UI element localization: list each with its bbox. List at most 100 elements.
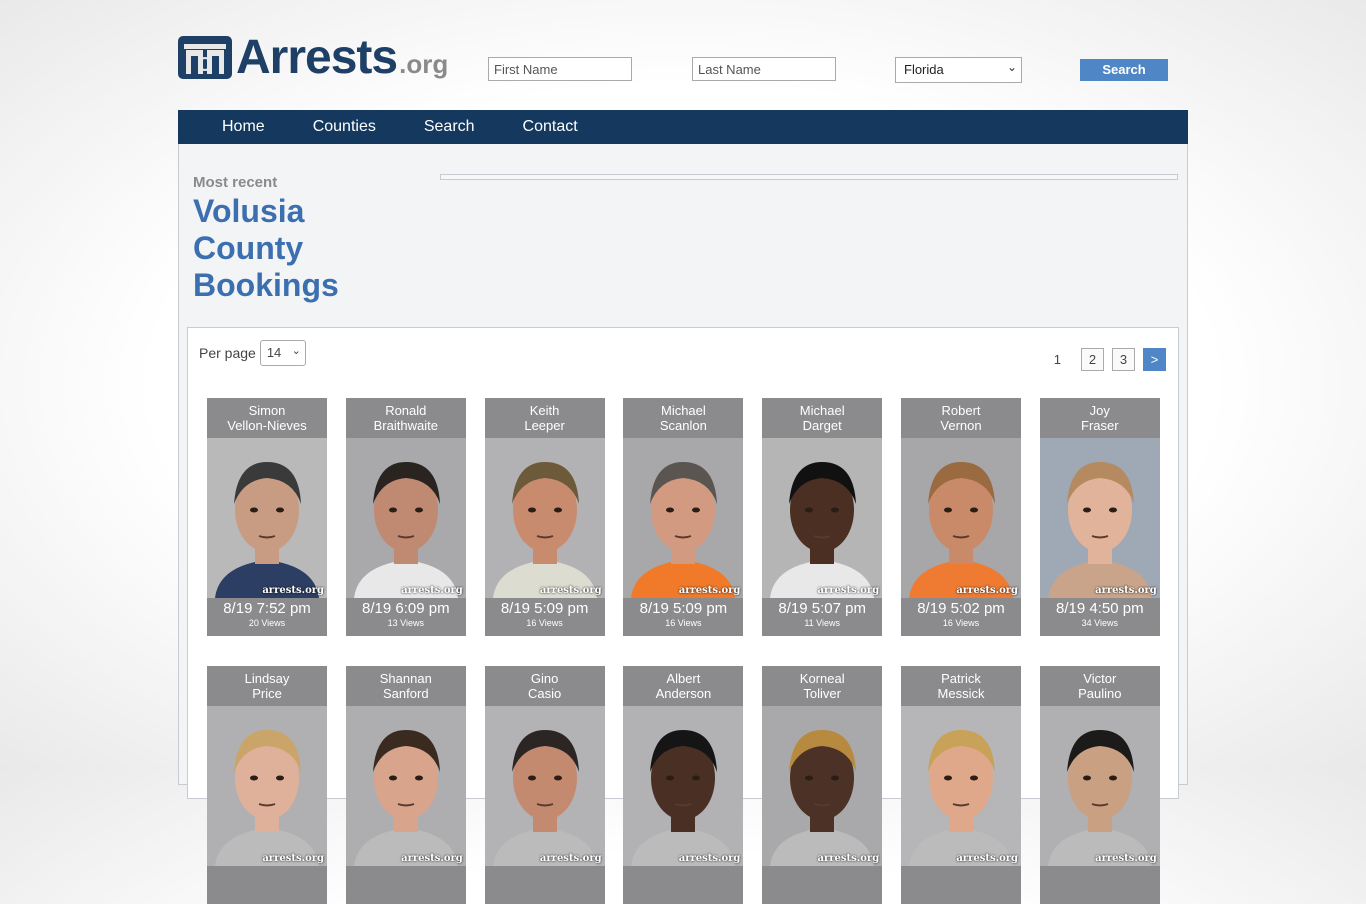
per-page-label: Per page xyxy=(199,345,256,361)
booking-name[interactable]: Shannan Sanford xyxy=(346,666,466,706)
booking-name[interactable]: Robert Vernon xyxy=(901,398,1021,438)
per-page-control: Per page 14 ⌄ xyxy=(199,340,306,366)
booking-last-name: Casio xyxy=(527,686,562,701)
booking-time: 8/19 7:52 pm xyxy=(223,600,311,617)
watermark: arrests.org xyxy=(401,853,463,864)
watermark: arrests.org xyxy=(956,853,1018,864)
booking-name[interactable]: Michael Darget xyxy=(762,398,882,438)
booking-views: 34 Views xyxy=(1081,618,1118,628)
bookings-panel: Per page 14 ⌄ 1 2 3 > Simon Vellon-Nieves… xyxy=(187,327,1179,904)
main-nav: Home Counties Search Contact xyxy=(178,110,1188,144)
booking-last-name: Vellon-Nieves xyxy=(227,418,307,433)
page-2-button[interactable]: 2 xyxy=(1081,348,1104,371)
booking-first-name: Robert xyxy=(941,403,981,418)
booking-views: 16 Views xyxy=(665,618,702,628)
site-logo[interactable]: Arrests .org xyxy=(178,34,448,82)
watermark: arrests.org xyxy=(539,853,602,864)
booking-first-name: Ronald xyxy=(385,403,427,418)
mugshot-photo[interactable]: arrests.org xyxy=(207,706,327,866)
booking-name[interactable]: Gino Casio xyxy=(485,666,605,706)
watermark: arrests.org xyxy=(262,585,324,596)
nav-counties[interactable]: Counties xyxy=(313,118,376,136)
booking-first-name: Michael xyxy=(660,403,706,418)
booking-card[interactable]: Korneal Toliver arrests.org xyxy=(762,666,883,904)
booking-name[interactable]: Patrick Messick xyxy=(901,666,1021,706)
booking-name[interactable]: Victor Paulino xyxy=(1040,666,1160,706)
booking-card[interactable]: Robert Vernon arrests.org 8/19 5:02 pm 16 Vi… xyxy=(901,398,1021,636)
next-page-button[interactable]: > xyxy=(1143,348,1166,371)
per-page-select[interactable]: 14 ⌄ xyxy=(259,340,306,366)
booking-name[interactable]: Joy Fraser xyxy=(1040,398,1160,438)
nav-contact[interactable]: Contact xyxy=(523,118,578,136)
watermark: arrests.org xyxy=(817,853,880,864)
booking-name[interactable]: Korneal Toliver xyxy=(762,666,882,706)
mugshot-photo[interactable]: arrests.org xyxy=(1039,706,1160,866)
booking-name[interactable]: Lindsay Price xyxy=(207,666,327,706)
booking-card[interactable]: Victor Paulino arrests.org xyxy=(1039,666,1160,904)
nav-home[interactable]: Home xyxy=(222,118,265,136)
first-name-input[interactable] xyxy=(488,57,632,81)
mugshot-photo[interactable]: arrests.org xyxy=(484,438,605,598)
booking-views: 16 Views xyxy=(942,618,980,628)
booking-card[interactable]: Michael Darget arrests.org 8/19 5:07 pm 11 V… xyxy=(762,398,883,636)
state-select-value: Florida xyxy=(904,62,944,77)
booking-card[interactable]: Simon Vellon-Nieves arrests.org 8/19 7:52 p… xyxy=(207,398,327,636)
search-button[interactable]: Search xyxy=(1080,59,1168,81)
booking-card[interactable]: Ronald Braithwaite arrests.org 8/19 6:09 pm… xyxy=(345,398,466,636)
booking-first-name: Simon xyxy=(248,403,286,418)
booking-first-name: Victor xyxy=(1083,671,1117,686)
nav-search[interactable]: Search xyxy=(424,118,475,136)
watermark: arrests.org xyxy=(1095,585,1157,596)
booking-name[interactable]: Simon Vellon-Nieves xyxy=(207,398,327,438)
booking-card[interactable]: Albert Anderson arrests.org xyxy=(623,666,744,904)
booking-name[interactable]: Ronald Braithwaite xyxy=(346,398,466,438)
mugshot-photo[interactable]: arrests.org xyxy=(762,706,883,866)
mugshot-photo[interactable]: arrests.org xyxy=(901,438,1021,598)
booking-last-name: Anderson xyxy=(655,686,712,701)
booking-name[interactable]: Michael Scanlon xyxy=(623,398,743,438)
mugshot-photo[interactable]: arrests.org xyxy=(207,438,327,598)
mugshot-photo[interactable]: arrests.org xyxy=(623,706,744,866)
booking-card[interactable]: Lindsay Price arrests.org xyxy=(207,666,327,904)
handcuff-logo-icon xyxy=(178,36,232,79)
per-page-value: 14 xyxy=(266,345,282,360)
watermark: arrests.org xyxy=(401,585,463,596)
booking-time: 8/19 5:07 pm xyxy=(778,600,866,617)
booking-card[interactable]: Shannan Sanford arrests.org xyxy=(345,666,466,904)
booking-time: 8/19 4:50 pm xyxy=(1056,600,1144,617)
booking-card[interactable]: Keith Leeper arrests.org 8/19 5:09 pm 16 Vie… xyxy=(484,398,605,636)
booking-time: 8/19 5:09 pm xyxy=(639,600,728,617)
booking-first-name: Keith xyxy=(529,403,560,418)
booking-card[interactable]: Michael Scanlon arrests.org 8/19 5:09 pm 16 … xyxy=(623,398,744,636)
mugshot-photo[interactable]: arrests.org xyxy=(1039,438,1160,598)
main-content: Most recent Volusia County Bookings Per … xyxy=(178,144,1188,904)
mugshot-photo[interactable]: arrests.org xyxy=(901,706,1021,866)
booking-card[interactable]: Gino Casio arrests.org xyxy=(484,666,605,904)
watermark: arrests.org xyxy=(678,853,741,864)
chevron-down-icon: ⌄ xyxy=(291,345,301,357)
booking-last-name: Sanford xyxy=(383,686,429,701)
mugshot-photo[interactable]: arrests.org xyxy=(484,706,605,866)
booking-views: 13 Views xyxy=(387,618,424,628)
watermark: arrests.org xyxy=(956,585,1018,596)
mugshot-photo[interactable]: arrests.org xyxy=(345,706,466,866)
watermark: arrests.org xyxy=(262,853,324,864)
mugshot-photo[interactable]: arrests.org xyxy=(762,438,883,598)
mugshot-photo[interactable]: arrests.org xyxy=(623,438,744,598)
mugshot-photo[interactable]: arrests.org xyxy=(345,438,466,598)
booking-views: 16 Views xyxy=(526,618,563,628)
booking-card[interactable]: Patrick Messick arrests.org xyxy=(901,666,1021,904)
page-3-button[interactable]: 3 xyxy=(1112,348,1135,371)
watermark: arrests.org xyxy=(678,585,741,596)
current-page: 1 xyxy=(1053,352,1061,367)
booking-first-name: Joy xyxy=(1089,403,1110,418)
booking-last-name: Paulino xyxy=(1078,686,1122,701)
last-name-input[interactable] xyxy=(692,57,836,81)
booking-first-name: Patrick xyxy=(941,671,981,686)
most-recent-label: Most recent xyxy=(193,174,278,191)
watermark: arrests.org xyxy=(1095,853,1157,864)
booking-name[interactable]: Albert Anderson xyxy=(623,666,743,706)
booking-name[interactable]: Keith Leeper xyxy=(485,398,605,438)
booking-card[interactable]: Joy Fraser arrests.org 8/19 4:50 pm 34 Views xyxy=(1039,398,1160,636)
state-select[interactable]: Florida ⌄ xyxy=(895,57,1022,83)
